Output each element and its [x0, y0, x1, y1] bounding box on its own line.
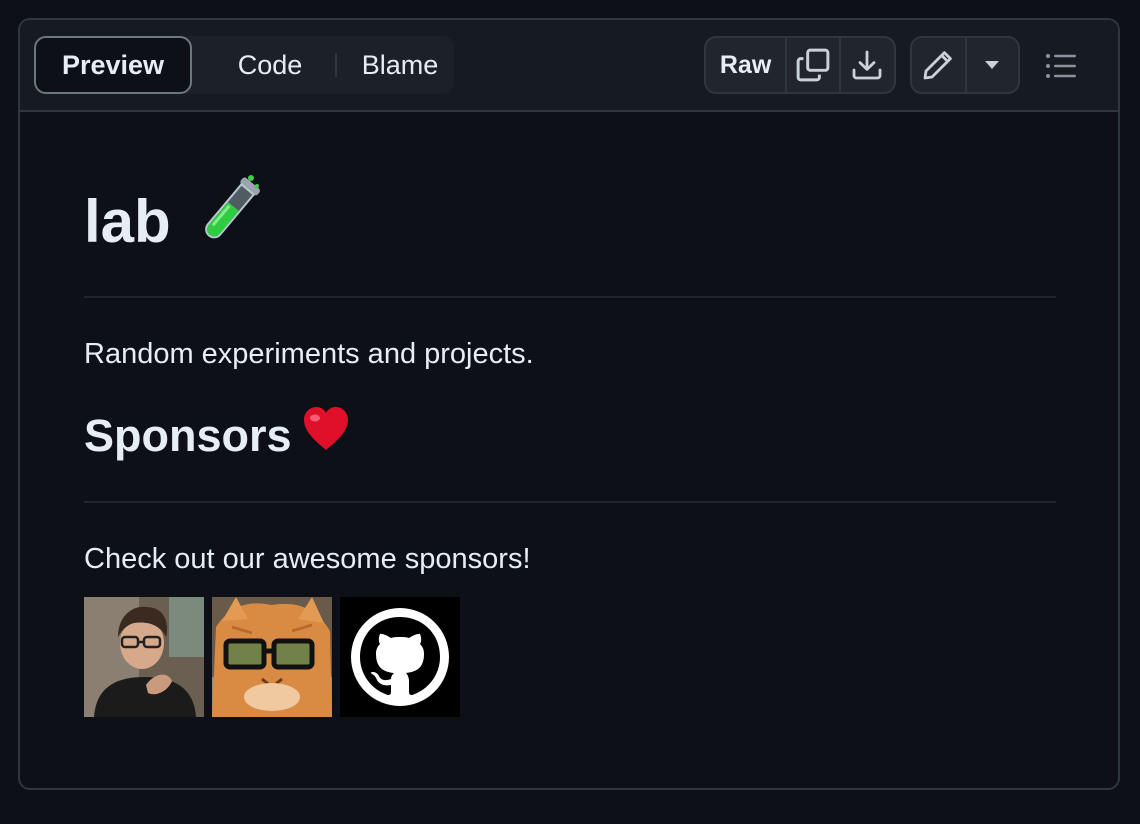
file-viewer-panel: Preview Code Blame Raw lab Random experi…	[18, 18, 1120, 790]
test-tube-icon	[187, 172, 267, 272]
sponsor-avatar-person[interactable]	[84, 597, 204, 717]
sponsors-heading-text: Sponsors	[84, 409, 292, 461]
outline-button[interactable]	[1036, 48, 1086, 84]
download-button[interactable]	[841, 38, 894, 92]
edit-button[interactable]	[912, 38, 967, 92]
sponsor-avatar-cat[interactable]	[212, 597, 332, 717]
view-mode-segmented-control: Preview Code Blame	[34, 36, 454, 94]
sponsors-text: Check out our awesome sponsors!	[84, 543, 531, 575]
readme-description: Random experiments and projects.	[84, 338, 534, 370]
triangle-down-icon	[985, 61, 1000, 69]
sponsor-avatar-github[interactable]	[340, 597, 460, 717]
more-edit-options-button[interactable]	[967, 38, 1018, 92]
edit-actions-group	[910, 36, 1020, 94]
list-unordered-icon	[1046, 54, 1076, 78]
sponsors-heading: Sponsors	[84, 406, 350, 465]
file-toolbar: Preview Code Blame Raw	[20, 20, 1118, 112]
tab-blame[interactable]: Blame	[340, 36, 460, 94]
tab-separator	[335, 53, 337, 77]
copy-icon	[796, 48, 830, 82]
raw-button[interactable]: Raw	[706, 38, 788, 92]
pencil-icon	[924, 51, 953, 80]
tab-code[interactable]: Code	[204, 36, 336, 94]
sponsors-list	[84, 597, 468, 717]
tab-preview[interactable]: Preview	[34, 36, 192, 94]
file-actions-group: Raw	[704, 36, 896, 94]
sponsors-divider	[84, 501, 1056, 503]
readme-title-text: lab	[84, 188, 171, 255]
heart-icon	[302, 406, 350, 465]
copy-button[interactable]	[787, 38, 841, 92]
download-icon	[852, 50, 882, 80]
readme-title: lab	[84, 172, 267, 272]
title-divider	[84, 296, 1056, 298]
